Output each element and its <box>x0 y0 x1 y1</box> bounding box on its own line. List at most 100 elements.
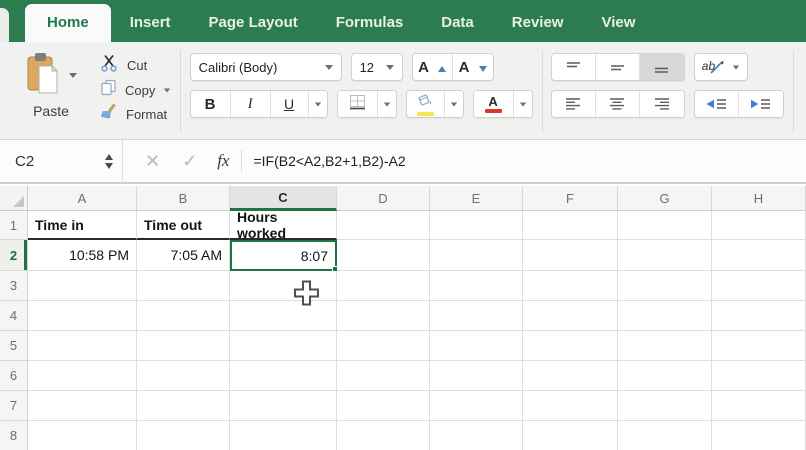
cell-G7[interactable] <box>618 391 712 421</box>
font-color-dropdown[interactable] <box>513 91 532 117</box>
borders-button[interactable] <box>337 91 378 117</box>
cell-A4[interactable] <box>28 301 137 331</box>
cell-H4[interactable] <box>712 301 806 331</box>
grow-font-button[interactable]: A <box>412 54 453 80</box>
cell-C6[interactable] <box>230 361 337 391</box>
cell-E8[interactable] <box>430 421 523 450</box>
cell-D4[interactable] <box>337 301 430 331</box>
column-header-F[interactable]: F <box>523 186 618 211</box>
cell-A5[interactable] <box>28 331 137 361</box>
cell-G2[interactable] <box>618 240 712 271</box>
column-header-E[interactable]: E <box>430 186 523 211</box>
cell-E2[interactable] <box>430 240 523 271</box>
cell-H3[interactable] <box>712 271 806 301</box>
cell-F2[interactable] <box>523 240 618 271</box>
cell-B5[interactable] <box>137 331 230 361</box>
cell-E6[interactable] <box>430 361 523 391</box>
cell-H6[interactable] <box>712 361 806 391</box>
cell-A6[interactable] <box>28 361 137 391</box>
cell-B2[interactable]: 7:05 AM <box>137 240 230 271</box>
borders-dropdown[interactable] <box>377 91 396 117</box>
cell-H8[interactable] <box>712 421 806 450</box>
insert-function-button[interactable]: fx <box>217 151 229 171</box>
cell-B6[interactable] <box>137 361 230 391</box>
column-header-H[interactable]: H <box>712 186 806 211</box>
cell-F3[interactable] <box>523 271 618 301</box>
cell-C2[interactable]: 8:07 <box>230 240 339 273</box>
cell-H5[interactable] <box>712 331 806 361</box>
cell-D7[interactable] <box>337 391 430 421</box>
cell-D8[interactable] <box>337 421 430 450</box>
cell-B8[interactable] <box>137 421 230 450</box>
cell-A1[interactable]: Time in <box>28 211 137 240</box>
cell-E4[interactable] <box>430 301 523 331</box>
cell-G1[interactable] <box>618 211 712 240</box>
row-header-8[interactable]: 8 <box>0 421 28 450</box>
cell-C1[interactable]: Hours worked <box>230 209 337 241</box>
bold-button[interactable]: B <box>190 91 231 117</box>
row-header-3[interactable]: 3 <box>0 271 28 301</box>
column-header-A[interactable]: A <box>28 186 137 211</box>
italic-button[interactable]: I <box>230 91 271 117</box>
cell-E3[interactable] <box>430 271 523 301</box>
tab-formulas[interactable]: Formulas <box>317 4 423 42</box>
column-header-B[interactable]: B <box>137 186 230 211</box>
cell-A8[interactable] <box>28 421 137 450</box>
fill-color-dropdown[interactable] <box>444 91 463 117</box>
cell-G6[interactable] <box>618 361 712 391</box>
row-header-7[interactable]: 7 <box>0 391 28 421</box>
paste-button[interactable]: Paste <box>12 50 90 133</box>
cell-D2[interactable] <box>337 240 430 271</box>
align-center-button[interactable] <box>595 91 640 117</box>
row-header-5[interactable]: 5 <box>0 331 28 361</box>
text-orientation-button[interactable]: ab <box>694 54 747 80</box>
row-header-4[interactable]: 4 <box>0 301 28 331</box>
cell-D1[interactable] <box>337 211 430 240</box>
tab-review[interactable]: Review <box>493 4 583 42</box>
tab-home[interactable]: Home <box>25 4 111 42</box>
shrink-font-button[interactable]: A <box>452 54 493 80</box>
cell-B1[interactable]: Time out <box>137 211 230 240</box>
tab-view[interactable]: View <box>582 4 654 42</box>
cell-H7[interactable] <box>712 391 806 421</box>
cell-C8[interactable] <box>230 421 337 450</box>
cell-A7[interactable] <box>28 391 137 421</box>
cell-C7[interactable] <box>230 391 337 421</box>
cell-F6[interactable] <box>523 361 618 391</box>
cell-H1[interactable] <box>712 211 806 240</box>
underline-button[interactable]: U <box>270 91 309 117</box>
formula-input[interactable]: =IF(B2<A2,B2+1,B2)-A2 <box>253 153 405 169</box>
align-right-button[interactable] <box>639 91 684 117</box>
cell-F5[interactable] <box>523 331 618 361</box>
tab-data[interactable]: Data <box>422 4 493 42</box>
row-header-6[interactable]: 6 <box>0 361 28 391</box>
align-bottom-button[interactable] <box>639 54 684 80</box>
cell-D6[interactable] <box>337 361 430 391</box>
font-name-select[interactable]: Calibri (Body) <box>189 53 342 81</box>
format-painter-button[interactable]: Format <box>100 103 171 125</box>
cell-E1[interactable] <box>430 211 523 240</box>
cancel-button[interactable]: ✕ <box>145 151 160 172</box>
cell-F7[interactable] <box>523 391 618 421</box>
row-header-2[interactable]: 2 <box>0 240 28 271</box>
cell-D5[interactable] <box>337 331 430 361</box>
column-header-D[interactable]: D <box>337 186 430 211</box>
increase-indent-button[interactable] <box>738 91 783 117</box>
cell-B7[interactable] <box>137 391 230 421</box>
decrease-indent-button[interactable] <box>694 91 739 117</box>
cell-E7[interactable] <box>430 391 523 421</box>
align-middle-button[interactable] <box>595 54 640 80</box>
tab-insert[interactable]: Insert <box>111 4 190 42</box>
align-left-button[interactable] <box>551 91 596 117</box>
cell-G4[interactable] <box>618 301 712 331</box>
copy-button[interactable]: Copy <box>100 79 171 101</box>
column-header-G[interactable]: G <box>618 186 712 211</box>
select-all-corner[interactable] <box>0 186 28 211</box>
font-color-button[interactable]: A <box>473 91 514 117</box>
underline-dropdown[interactable] <box>308 91 327 117</box>
column-header-C[interactable]: C <box>230 186 337 211</box>
name-box-stepper[interactable] <box>105 153 113 169</box>
tab-page-layout[interactable]: Page Layout <box>190 4 317 42</box>
align-top-button[interactable] <box>551 54 596 80</box>
cell-F8[interactable] <box>523 421 618 450</box>
